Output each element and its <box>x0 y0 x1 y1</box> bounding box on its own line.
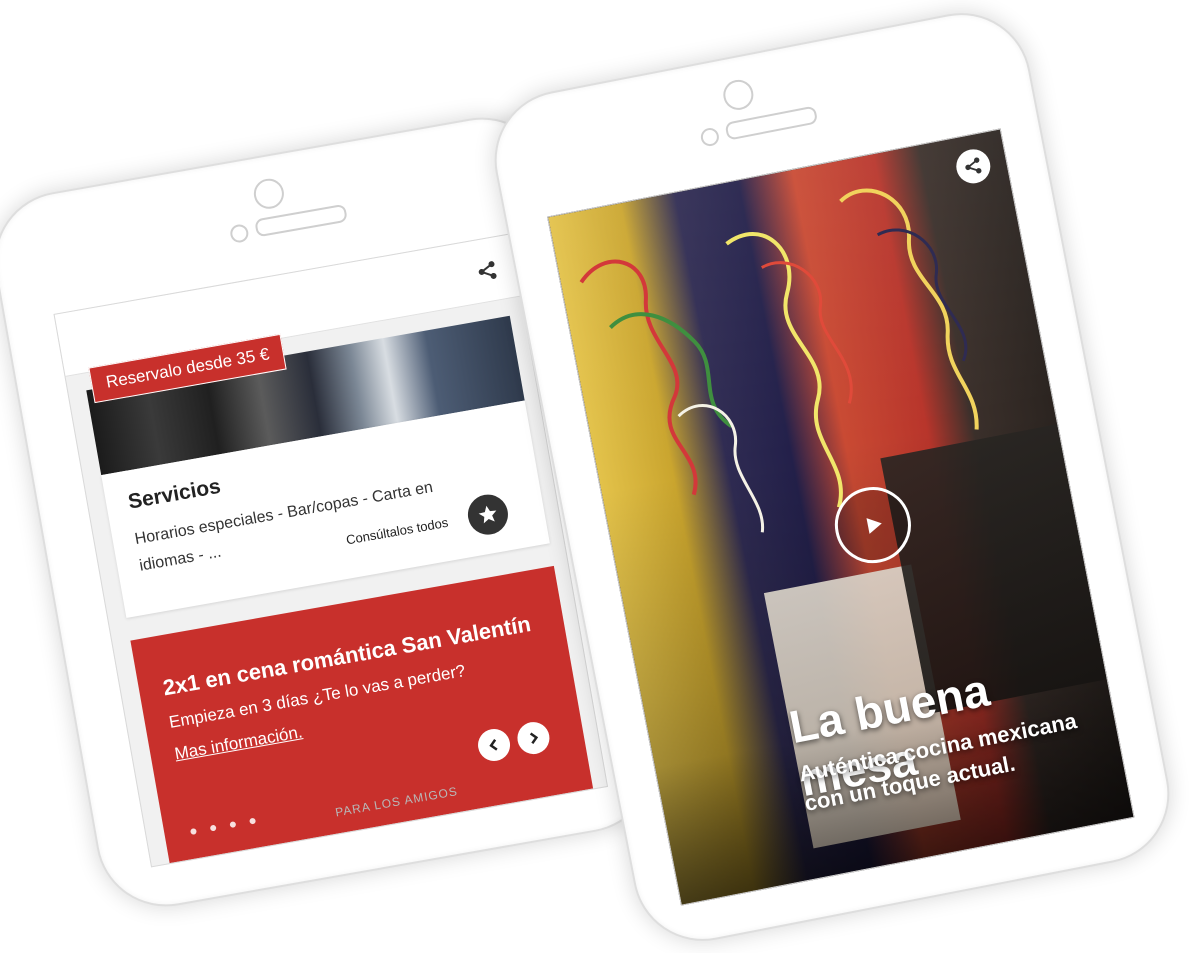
carousel-dot[interactable] <box>229 821 237 829</box>
proximity-sensor <box>228 223 250 244</box>
share-icon <box>965 157 982 174</box>
share-icon <box>478 261 497 279</box>
carousel-dot[interactable] <box>249 817 257 825</box>
chevron-right-icon <box>529 732 539 745</box>
carousel-dots <box>190 815 270 835</box>
right-phone-screen: La buena mesa Auténtica cocina mexicana … <box>547 128 1135 906</box>
prev-button[interactable] <box>475 726 513 764</box>
favorite-button[interactable] <box>464 491 512 538</box>
front-camera <box>720 77 756 113</box>
next-button[interactable] <box>514 719 552 757</box>
star-icon <box>478 505 497 524</box>
proximity-sensor <box>699 126 721 148</box>
earpiece-speaker <box>724 105 819 141</box>
front-camera <box>251 176 287 212</box>
services-title: Servicios <box>126 474 223 514</box>
carousel-dot[interactable] <box>209 824 217 832</box>
play-icon <box>866 518 882 534</box>
share-button[interactable] <box>471 255 503 287</box>
carousel-dot[interactable] <box>190 828 197 835</box>
chevron-left-icon <box>489 739 498 751</box>
promo-banner: 2x1 en cena romántica San Valentín Empie… <box>130 565 594 864</box>
left-phone-screen: Reservalo desde 35 € Servicios Horarios … <box>53 233 609 868</box>
